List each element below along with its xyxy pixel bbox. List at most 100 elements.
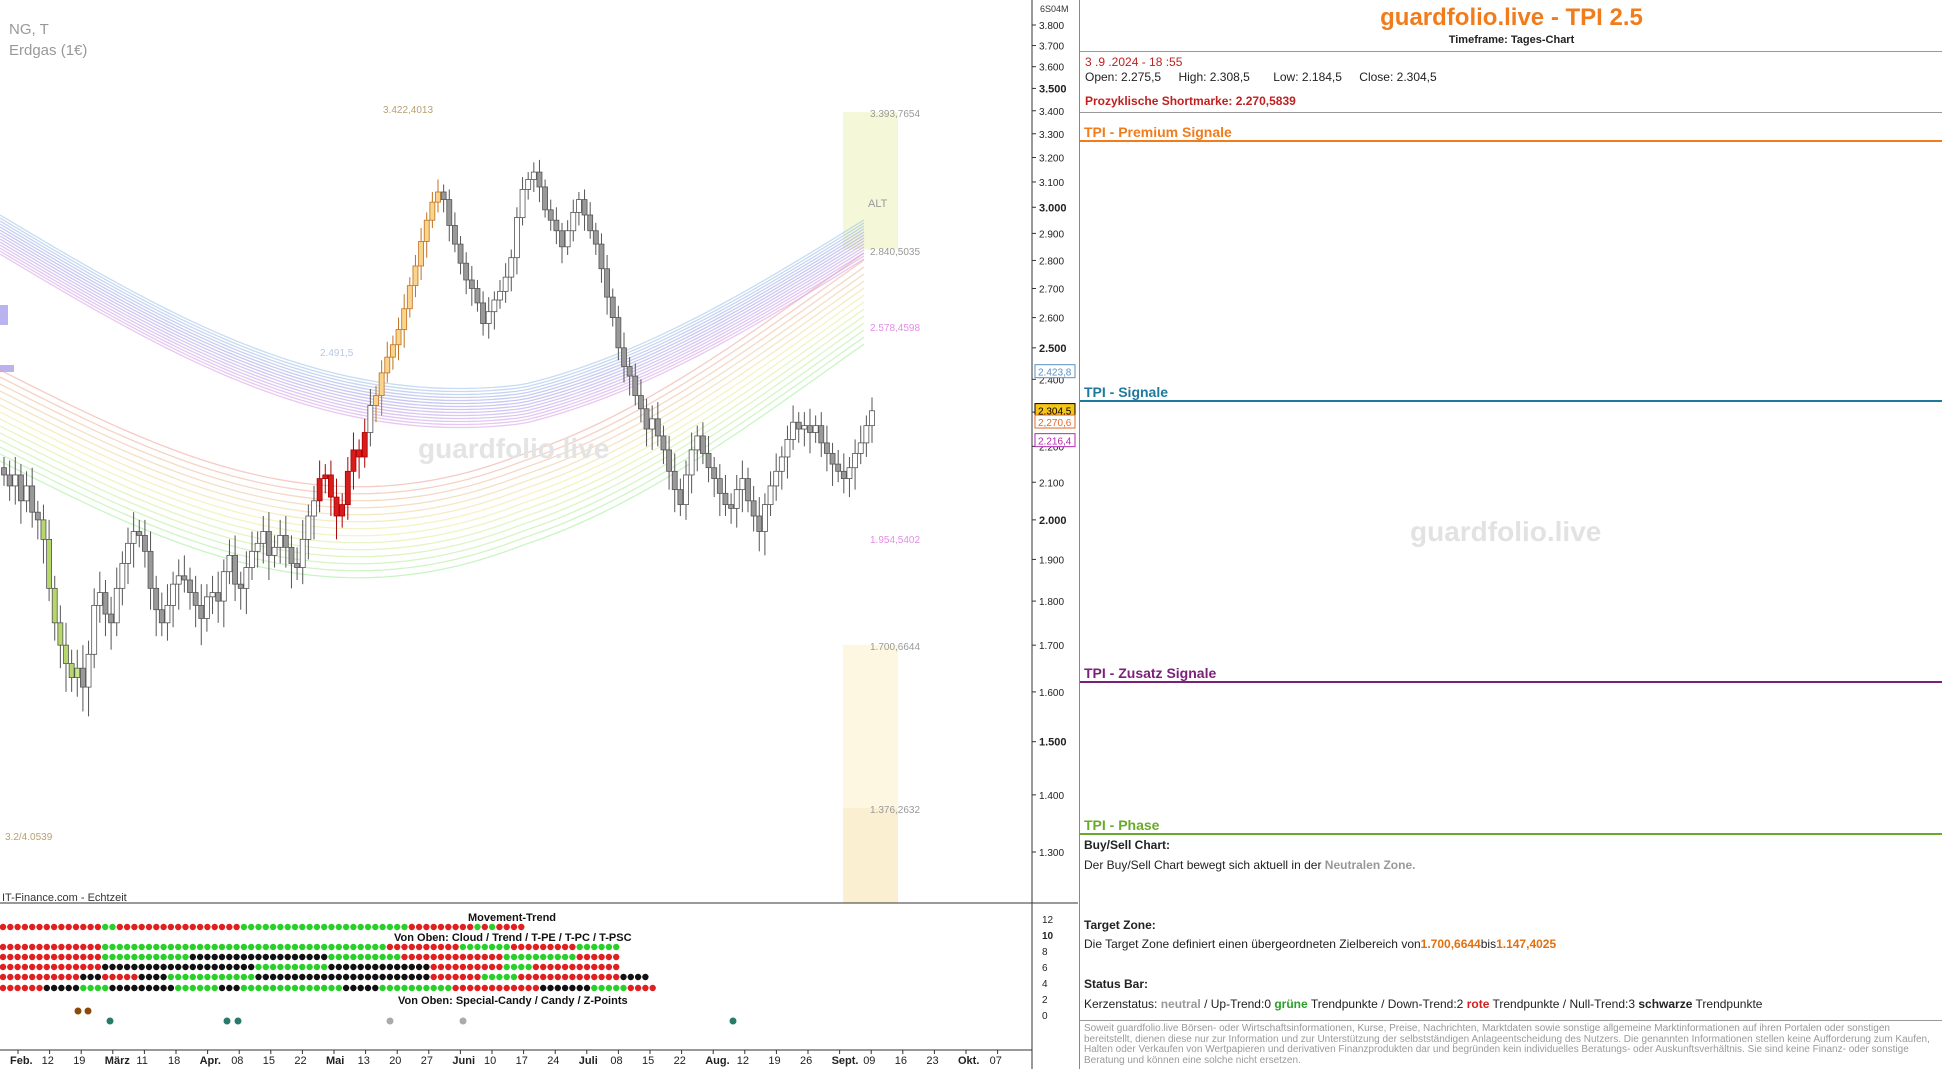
trend-dot [386, 923, 394, 931]
level-label: 1.700,6644 [870, 642, 920, 653]
section-label: TPI - Signale [1084, 384, 1169, 400]
trend-dot [321, 963, 328, 971]
short-value: 2.270,5839 [1235, 94, 1296, 108]
candle-body [322, 474, 329, 479]
trend-dot [189, 963, 196, 971]
x-tick-label: Apr. [200, 1055, 221, 1067]
trend-dot [510, 923, 518, 931]
candle-body [384, 356, 391, 374]
trend-dot [204, 923, 211, 931]
trend-dot [138, 963, 145, 971]
trend-dot [189, 943, 196, 951]
trend-dot [43, 923, 50, 931]
trend-dot [87, 984, 94, 992]
trend-dot [474, 963, 481, 971]
candle-body [835, 463, 842, 472]
trend-dot [423, 923, 430, 931]
candle-body [344, 470, 351, 505]
trend-dot [50, 984, 58, 992]
candle-body [356, 449, 362, 458]
trend-dot [182, 943, 189, 951]
trend-dot [321, 943, 328, 951]
trend-dot [430, 984, 437, 992]
trend-dot [605, 943, 613, 951]
trend-dot [65, 984, 72, 992]
trend-dot [269, 963, 277, 971]
trend-dot [102, 984, 109, 992]
trend-row-label: Movement-Trend [468, 912, 556, 924]
candle-body [406, 285, 413, 310]
trend-dot [415, 984, 423, 992]
trend-dot [401, 973, 408, 981]
buysell-zone: Neutralen Zone. [1324, 858, 1416, 872]
trend-dot [364, 943, 372, 951]
trend-dot [452, 973, 459, 981]
trend-dot [474, 923, 481, 931]
trend-dot [131, 984, 138, 992]
candle-body [553, 219, 560, 232]
trend-dot [313, 953, 321, 961]
price-chart[interactable]: 3.422,4013 3.393,7654 2.840,5035 2.578,4598… [0, 0, 1078, 1069]
trend-dot [583, 984, 591, 992]
special-candy-dot [106, 1017, 114, 1025]
trend-dot [321, 953, 328, 961]
trend-dot [357, 963, 364, 971]
candle-body [869, 410, 875, 427]
disclaimer: Soweit guardfolio.live Börsen- oder Wirt… [1084, 1023, 1930, 1066]
price-tag-label: 2,270,6 [1038, 418, 1072, 429]
candle-body [316, 478, 323, 502]
trend-dot [175, 973, 182, 981]
x-tick-label: 08 [610, 1055, 622, 1067]
trend-dot [175, 963, 182, 971]
trend-dot [328, 973, 335, 981]
level-label: 1.376,2632 [870, 805, 920, 816]
target-heading: Target Zone: [1084, 918, 1156, 932]
trend-dot [474, 943, 481, 951]
candle-body [863, 425, 870, 444]
trend-dot [87, 943, 94, 951]
candle-body [559, 230, 565, 248]
open-value: 2.275,5 [1121, 70, 1162, 84]
trend-dot [525, 973, 532, 981]
trend-dot [430, 943, 437, 951]
trend-dot [437, 973, 445, 981]
trend-dot [503, 973, 510, 981]
trend-dot [262, 923, 269, 931]
trend-dot [525, 953, 532, 961]
candle-body [807, 425, 813, 433]
candle-body [790, 421, 796, 440]
trend-dot [394, 984, 401, 992]
x-tick-label: 22 [294, 1055, 306, 1067]
trend-dot [36, 923, 43, 931]
trend-dot [277, 923, 284, 931]
alt-zone [843, 112, 898, 250]
trend-dot [65, 923, 72, 931]
trend-dot [14, 943, 21, 951]
candle-body [108, 613, 114, 624]
trend-dot [167, 953, 175, 961]
trend-dot [226, 963, 233, 971]
trend-dot [328, 953, 335, 961]
trend-dot [153, 973, 160, 981]
candle-body [18, 474, 24, 502]
trend-dot [605, 953, 613, 961]
candle-body [824, 442, 830, 454]
trend-dot [123, 984, 131, 992]
trend-dot [269, 984, 277, 992]
section-bar [1080, 400, 1942, 402]
y-tick-label: 1.700 [1039, 641, 1064, 652]
trend-dot [36, 953, 43, 961]
trend-dot [467, 923, 474, 931]
trend-dot [518, 923, 525, 931]
trend-dot [182, 973, 189, 981]
candle-body [249, 550, 255, 568]
candle-body [147, 550, 154, 589]
candle-body [846, 467, 853, 479]
trend-dot [277, 984, 284, 992]
trend-dot [459, 943, 467, 951]
candle-body [671, 470, 678, 491]
candle-body [367, 405, 374, 433]
candle-body [468, 279, 475, 289]
trend-dot [14, 963, 21, 971]
trend-dot [335, 963, 342, 971]
